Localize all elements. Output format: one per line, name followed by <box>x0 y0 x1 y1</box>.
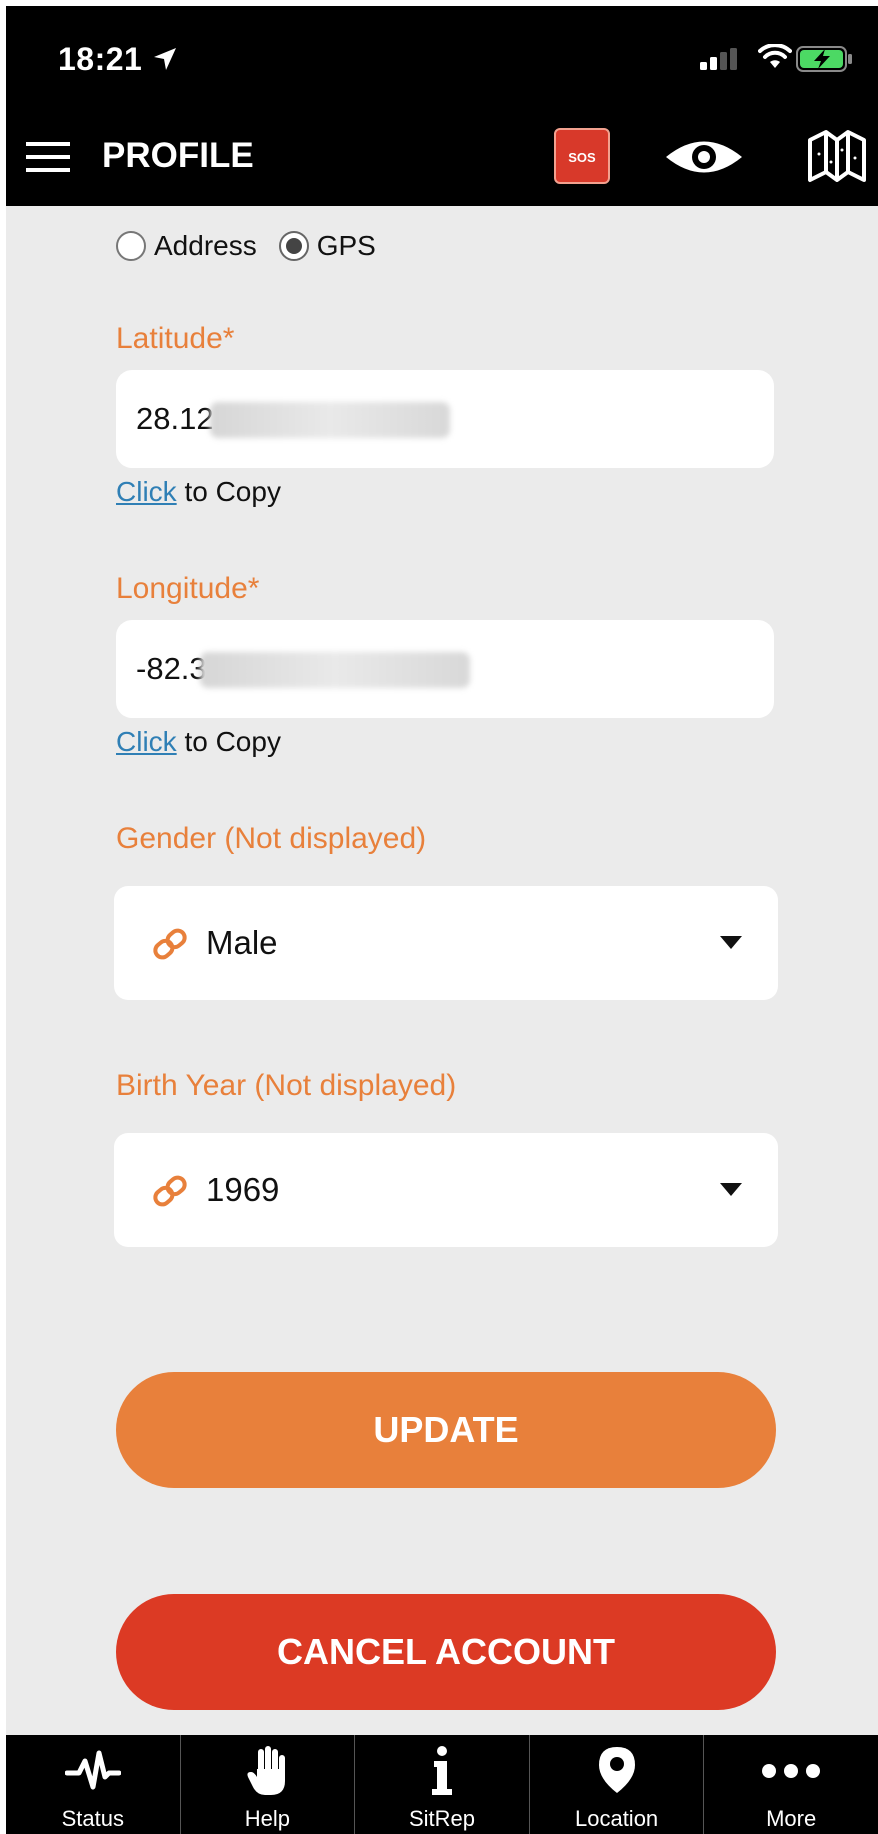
heartbeat-icon <box>64 1750 121 1790</box>
redaction-blur <box>200 652 470 688</box>
latitude-copy-line: Click to Copy <box>116 476 281 508</box>
latitude-label: Latitude* <box>116 322 235 355</box>
more-dots-icon <box>762 1764 821 1778</box>
page-title: PROFILE <box>102 136 254 175</box>
gender-value: Male <box>206 924 278 961</box>
battery-charging-icon <box>796 46 852 72</box>
info-icon <box>431 1746 452 1795</box>
latitude-copy-link[interactable]: Click <box>116 476 177 507</box>
cancel-account-button[interactable]: CANCEL ACCOUNT <box>116 1594 776 1710</box>
status-bar: 18:21 <box>6 6 878 106</box>
latitude-input[interactable]: 28.12 <box>116 370 774 468</box>
longitude-copy-link[interactable]: Click <box>116 726 177 757</box>
tab-sitrep-label: SitRep <box>408 1806 475 1831</box>
birth-year-select[interactable]: 1969 <box>114 1133 778 1247</box>
longitude-input[interactable]: -82.3 <box>116 620 774 718</box>
latitude-copy-suffix: to Copy <box>176 476 281 507</box>
gps-radio[interactable] <box>278 231 309 261</box>
tab-location[interactable]: Location <box>528 1735 704 1834</box>
sos-label: SOS <box>568 146 596 166</box>
gender-label: Gender (Not displayed) <box>116 822 427 855</box>
longitude-value: -82.3 <box>136 651 207 686</box>
latitude-value: 28.12 <box>136 401 214 436</box>
longitude-copy-suffix: to Copy <box>176 726 281 757</box>
tab-more-label: More <box>766 1806 817 1831</box>
app-header: PROFILE SOS <box>6 106 878 206</box>
map-icon[interactable] <box>806 128 868 184</box>
birth-year-value: 1969 <box>206 1171 280 1208</box>
birth-year-label: Birth Year (Not displayed) <box>116 1069 457 1102</box>
address-radio-label: Address <box>154 230 257 261</box>
gender-select[interactable]: Male <box>114 886 778 1000</box>
tab-help-label: Help <box>244 1806 291 1831</box>
tab-status[interactable]: Status <box>6 1735 180 1834</box>
tab-help[interactable]: Help <box>179 1735 355 1834</box>
link-icon <box>153 928 187 960</box>
tab-location-label: Location <box>574 1806 659 1831</box>
app-screen: 18:21 PROFILE SOS <box>6 6 878 1834</box>
chevron-down-icon <box>720 1183 742 1196</box>
cellular-signal-icon <box>700 48 737 70</box>
map-pin-icon <box>598 1747 635 1793</box>
address-radio[interactable] <box>116 231 146 261</box>
redaction-blur <box>210 402 450 438</box>
hamburger-menu-icon[interactable] <box>26 134 72 180</box>
eye-icon[interactable] <box>664 134 744 180</box>
chevron-down-icon <box>720 936 742 949</box>
tab-more[interactable]: More <box>703 1735 878 1834</box>
hand-icon <box>247 1746 286 1795</box>
gps-radio-label: GPS <box>316 230 376 261</box>
tab-sitrep[interactable]: SitRep <box>354 1735 529 1834</box>
bottom-tab-bar: Status Help SitRep Location More <box>6 1735 878 1834</box>
location-arrow-icon <box>154 48 176 70</box>
update-button[interactable]: UPDATE <box>116 1372 776 1488</box>
longitude-label: Longitude* <box>116 572 260 605</box>
tab-status-label: Status <box>61 1806 124 1831</box>
link-icon <box>153 1175 187 1207</box>
location-mode-radio-group: Address GPS <box>116 228 376 264</box>
status-time: 18:21 <box>58 41 143 77</box>
sos-button[interactable]: SOS <box>554 128 610 184</box>
longitude-copy-line: Click to Copy <box>116 726 281 758</box>
wifi-icon <box>758 44 792 68</box>
